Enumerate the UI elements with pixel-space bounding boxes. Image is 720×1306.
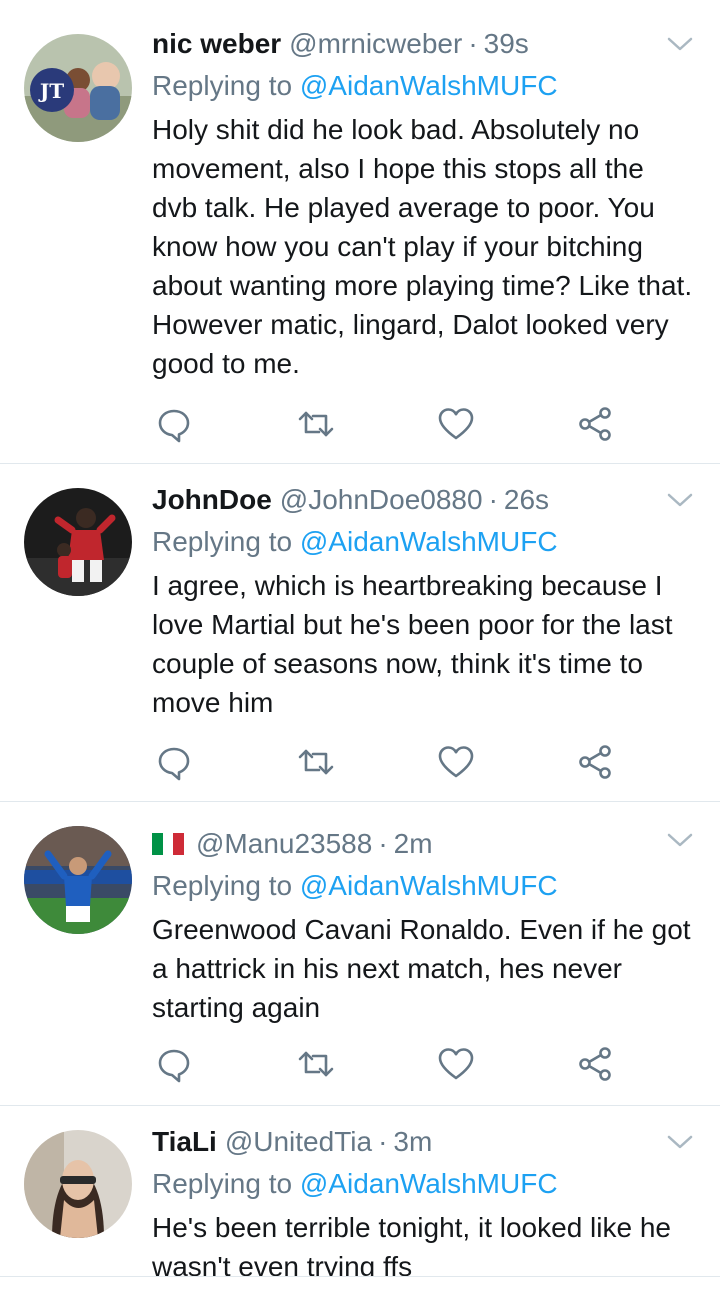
tweet-item[interactable]: JohnDoe @JohnDoe0880 · 26s Replying to @…: [0, 464, 720, 802]
chevron-down-icon[interactable]: [666, 34, 694, 54]
chevron-down-icon[interactable]: [666, 490, 694, 510]
user-handle[interactable]: @JohnDoe0880: [280, 482, 483, 518]
replying-prefix: Replying to: [152, 526, 293, 557]
reply-icon: [158, 747, 190, 781]
svg-text:JT: JT: [38, 79, 64, 103]
retweet-button[interactable]: [296, 404, 336, 444]
avatar-photo-icon: [24, 826, 132, 934]
like-icon: [438, 746, 474, 778]
share-button[interactable]: [576, 742, 616, 782]
mention-link[interactable]: @AidanWalshMUFC: [300, 70, 558, 101]
reply-icon: [158, 409, 190, 443]
retweet-icon: [298, 1051, 334, 1077]
replying-to: Replying to @AidanWalshMUFC: [152, 1166, 696, 1202]
share-icon: [579, 1047, 611, 1081]
replying-prefix: Replying to: [152, 70, 293, 101]
mention-link[interactable]: @AidanWalshMUFC: [300, 526, 558, 557]
mention-link[interactable]: @AidanWalshMUFC: [300, 1168, 558, 1199]
retweet-button[interactable]: [296, 742, 336, 782]
tweet-header: TiaLi @UnitedTia · 3m: [152, 1124, 696, 1160]
retweet-icon: [298, 749, 334, 775]
separator-dot: ·: [378, 828, 388, 859]
display-name[interactable]: nic weber: [152, 26, 281, 62]
reply-button[interactable]: [154, 742, 194, 782]
replying-to: Replying to @AidanWalshMUFC: [152, 68, 696, 104]
tweet-text: I agree, which is heartbreaking because …: [152, 570, 673, 718]
like-button[interactable]: [436, 404, 476, 444]
action-bar: [152, 1044, 622, 1084]
avatar-photo-icon: [24, 488, 132, 596]
share-icon: [579, 745, 611, 779]
avatar-photo-icon: [24, 1130, 132, 1238]
share-button[interactable]: [576, 404, 616, 444]
bottom-bar: [0, 1276, 720, 1306]
tweet-item[interactable]: JT nic weber @mrnicweber · 39s Replying …: [0, 0, 720, 464]
like-button[interactable]: [436, 1044, 476, 1084]
share-icon: [579, 407, 611, 441]
tweet-item[interactable]: @Manu23588 · 2m Replying to @AidanWalshM…: [0, 802, 720, 1106]
reply-button[interactable]: [154, 404, 194, 444]
avatar[interactable]: JT: [24, 34, 132, 142]
timestamp[interactable]: 3m: [393, 1124, 432, 1160]
tweet-text: Holy shit did he look bad. Absolutely no…: [152, 114, 693, 379]
reply-button[interactable]: [154, 1044, 194, 1084]
avatar[interactable]: [24, 488, 132, 596]
timestamp[interactable]: 2m: [394, 826, 433, 862]
retweet-button[interactable]: [296, 1044, 336, 1084]
timestamp[interactable]: 39s: [484, 26, 529, 62]
tweet-text: Greenwood Cavani Ronaldo. Even if he got…: [152, 914, 691, 1023]
avatar[interactable]: [24, 1130, 132, 1238]
tweet-item[interactable]: TiaLi @UnitedTia · 3m Replying to @Aidan…: [0, 1106, 720, 1276]
replying-to: Replying to @AidanWalshMUFC: [152, 868, 696, 904]
tweet-replies-thread: JT nic weber @mrnicweber · 39s Replying …: [0, 0, 720, 1306]
replying-to: Replying to @AidanWalshMUFC: [152, 524, 696, 560]
avatar-photo-icon: JT: [24, 34, 132, 142]
display-name[interactable]: JohnDoe: [152, 482, 272, 518]
avatar[interactable]: [24, 826, 132, 934]
share-button[interactable]: [576, 1044, 616, 1084]
reply-icon: [158, 1049, 190, 1083]
separator-dot: ·: [468, 28, 478, 59]
user-handle[interactable]: @mrnicweber: [289, 26, 462, 62]
user-handle[interactable]: @Manu23588: [196, 826, 372, 862]
timestamp[interactable]: 26s: [504, 482, 549, 518]
replying-prefix: Replying to: [152, 870, 293, 901]
tweet-header: JohnDoe @JohnDoe0880 · 26s: [152, 482, 696, 518]
like-icon: [438, 408, 474, 440]
action-bar: [152, 742, 622, 782]
like-button[interactable]: [436, 742, 476, 782]
retweet-icon: [298, 411, 334, 437]
chevron-down-icon[interactable]: [666, 1132, 694, 1152]
user-handle[interactable]: @UnitedTia: [225, 1124, 372, 1160]
chevron-down-icon[interactable]: [666, 830, 694, 850]
display-name[interactable]: TiaLi: [152, 1124, 217, 1160]
tweet-header: @Manu23588 · 2m: [152, 826, 696, 862]
action-bar: [152, 404, 622, 444]
mention-link[interactable]: @AidanWalshMUFC: [300, 870, 558, 901]
tweet-text: He's been terrible tonight, it looked li…: [152, 1212, 671, 1276]
separator-dot: ·: [378, 1126, 388, 1157]
separator-dot: ·: [488, 484, 498, 515]
italy-flag-icon: [152, 833, 185, 855]
like-icon: [438, 1048, 474, 1080]
replying-prefix: Replying to: [152, 1168, 293, 1199]
tweet-header: nic weber @mrnicweber · 39s: [152, 26, 696, 62]
